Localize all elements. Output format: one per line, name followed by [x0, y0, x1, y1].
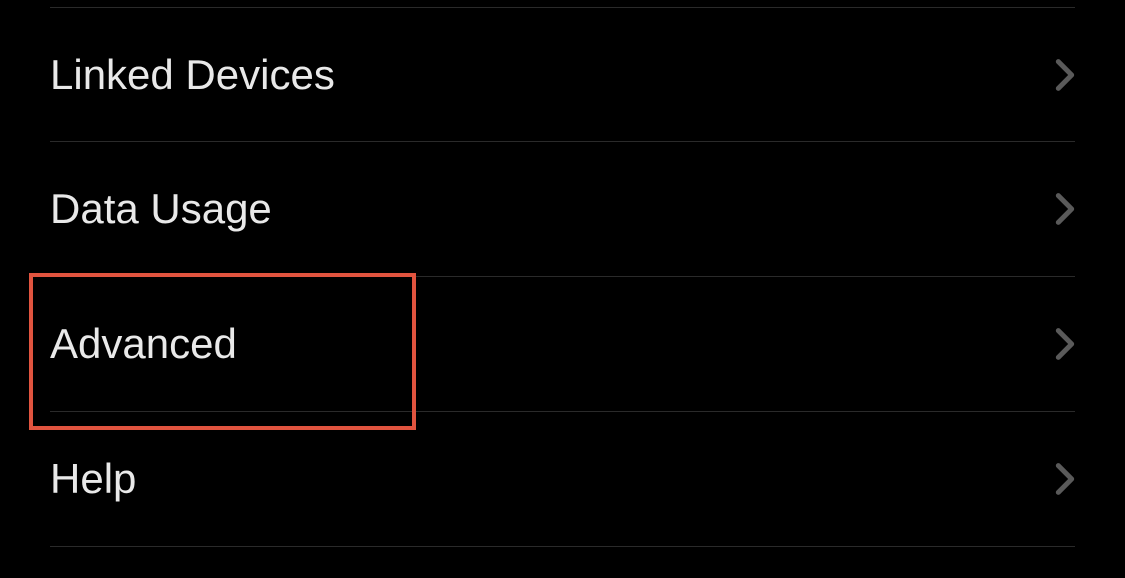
settings-item-advanced[interactable]: Advanced: [50, 277, 1075, 412]
chevron-right-icon: [1055, 327, 1075, 361]
settings-list: Linked Devices Data Usage Advanced: [0, 7, 1125, 547]
settings-item-data-usage[interactable]: Data Usage: [50, 142, 1075, 277]
chevron-right-icon: [1055, 462, 1075, 496]
settings-item-label: Linked Devices: [50, 51, 335, 99]
settings-item-help[interactable]: Help: [50, 412, 1075, 547]
settings-item-label: Data Usage: [50, 185, 272, 233]
settings-item-linked-devices[interactable]: Linked Devices: [50, 7, 1075, 142]
chevron-right-icon: [1055, 58, 1075, 92]
settings-item-label: Help: [50, 455, 136, 503]
chevron-right-icon: [1055, 192, 1075, 226]
settings-item-label: Advanced: [50, 320, 237, 368]
